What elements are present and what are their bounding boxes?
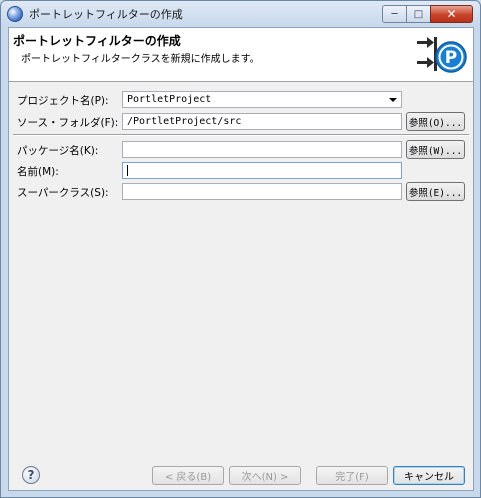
- window-controls: ─ □ ✕: [382, 5, 473, 23]
- source-folder-label: ソース・フォルダ(F):: [17, 117, 119, 129]
- back-button[interactable]: < 戻る(B): [152, 466, 224, 485]
- banner-title: ポートレットフィルターの作成: [13, 34, 181, 48]
- name-row: 名前(M):: [9, 162, 473, 180]
- banner-description: ポートレットフィルタークラスを新規に作成します。: [21, 54, 260, 65]
- superclass-label: スーパークラス(S):: [17, 187, 109, 199]
- eclipse-app-icon: [7, 6, 23, 22]
- minimize-button[interactable]: ─: [382, 5, 407, 23]
- source-folder-row: ソース・フォルダ(F): /PortletProject/src 参照(O)..…: [9, 112, 473, 131]
- package-row: パッケージ名(K): 参照(W)...: [9, 140, 473, 159]
- chevron-down-icon[interactable]: [389, 98, 397, 102]
- superclass-browse-button[interactable]: 参照(E)...: [406, 182, 465, 201]
- dialog-window: ポートレットフィルターの作成 ─ □ ✕ ポートレットフィルターの作成 ポートレ…: [0, 0, 481, 498]
- package-label: パッケージ名(K):: [17, 145, 99, 157]
- finish-button[interactable]: 完了(F): [316, 466, 388, 485]
- cancel-button[interactable]: キャンセル: [393, 466, 465, 485]
- portlet-icon-letter: P: [445, 48, 457, 68]
- portlet-wizard-icon: P: [417, 37, 467, 73]
- window-title: ポートレットフィルターの作成: [29, 8, 183, 21]
- package-browse-button[interactable]: 参照(W)...: [406, 140, 465, 159]
- help-icon[interactable]: ?: [22, 466, 40, 484]
- project-label: プロジェクト名(P):: [17, 95, 109, 107]
- close-button[interactable]: ✕: [430, 5, 473, 23]
- text-caret: [127, 165, 128, 176]
- wizard-banner: ポートレットフィルターの作成 ポートレットフィルタークラスを新規に作成します。 …: [9, 28, 473, 82]
- project-value: PortletProject: [127, 94, 212, 105]
- source-folder-browse-button[interactable]: 参照(O)...: [406, 112, 465, 131]
- package-field[interactable]: [122, 141, 402, 158]
- source-folder-field[interactable]: /PortletProject/src: [122, 113, 402, 130]
- next-button[interactable]: 次へ(N) >: [229, 466, 301, 485]
- name-label: 名前(M):: [17, 166, 59, 178]
- superclass-row: スーパークラス(S): 参照(E)...: [9, 182, 473, 201]
- maximize-button[interactable]: □: [406, 5, 431, 23]
- superclass-field[interactable]: [122, 183, 402, 200]
- name-field[interactable]: [122, 162, 402, 179]
- dialog-content: ポートレットフィルターの作成 ポートレットフィルタークラスを新規に作成します。 …: [8, 27, 474, 491]
- project-combo[interactable]: PortletProject: [122, 91, 402, 108]
- title-bar[interactable]: ポートレットフィルターの作成 ─ □ ✕: [1, 1, 480, 27]
- project-row: プロジェクト名(P): PortletProject: [9, 91, 473, 109]
- separator: [13, 134, 469, 136]
